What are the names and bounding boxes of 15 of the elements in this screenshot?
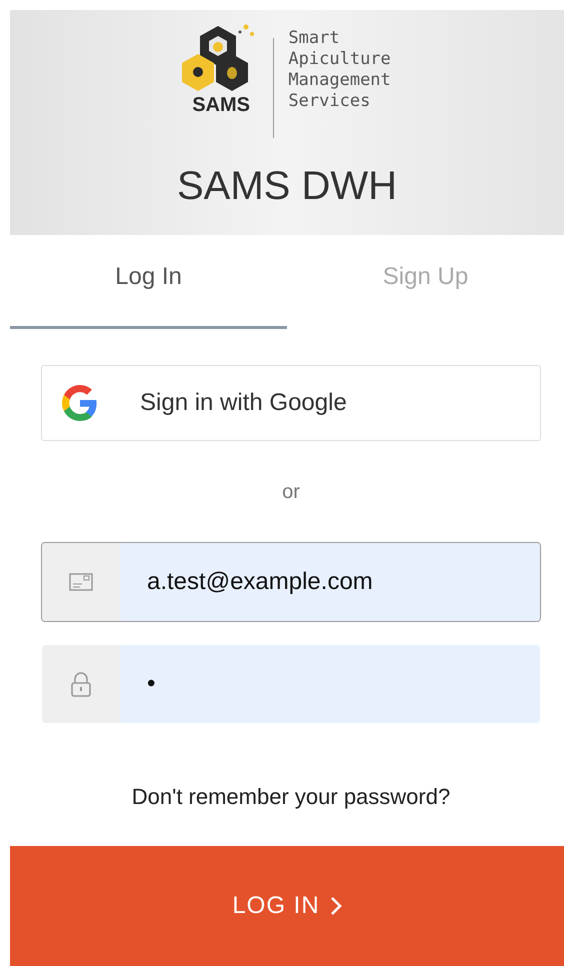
- logo-tagline: Management: [288, 70, 392, 91]
- input-field[interactable]: a.test@example.com: [41, 542, 541, 622]
- google-icon: [62, 385, 98, 421]
- app-title: SAMS DWH: [177, 164, 397, 210]
- logo-tagline: Apiculture: [288, 49, 392, 70]
- envelope-icon: [69, 573, 93, 591]
- logo-tagline: Smart: [288, 28, 341, 49]
- forgot-password-link[interactable]: Don't remember your password?: [132, 784, 450, 810]
- google-sign-in-button[interactable]: Sign in with Google: [41, 365, 541, 441]
- chevron-right-icon: [330, 896, 342, 916]
- separator-text: or: [281, 481, 301, 504]
- logo-wordmark: SAMS: [192, 94, 250, 116]
- log-in-button[interactable]: LOG IN: [10, 846, 564, 966]
- logo-tagline: Services: [288, 91, 372, 112]
- lock-icon: [70, 671, 92, 697]
